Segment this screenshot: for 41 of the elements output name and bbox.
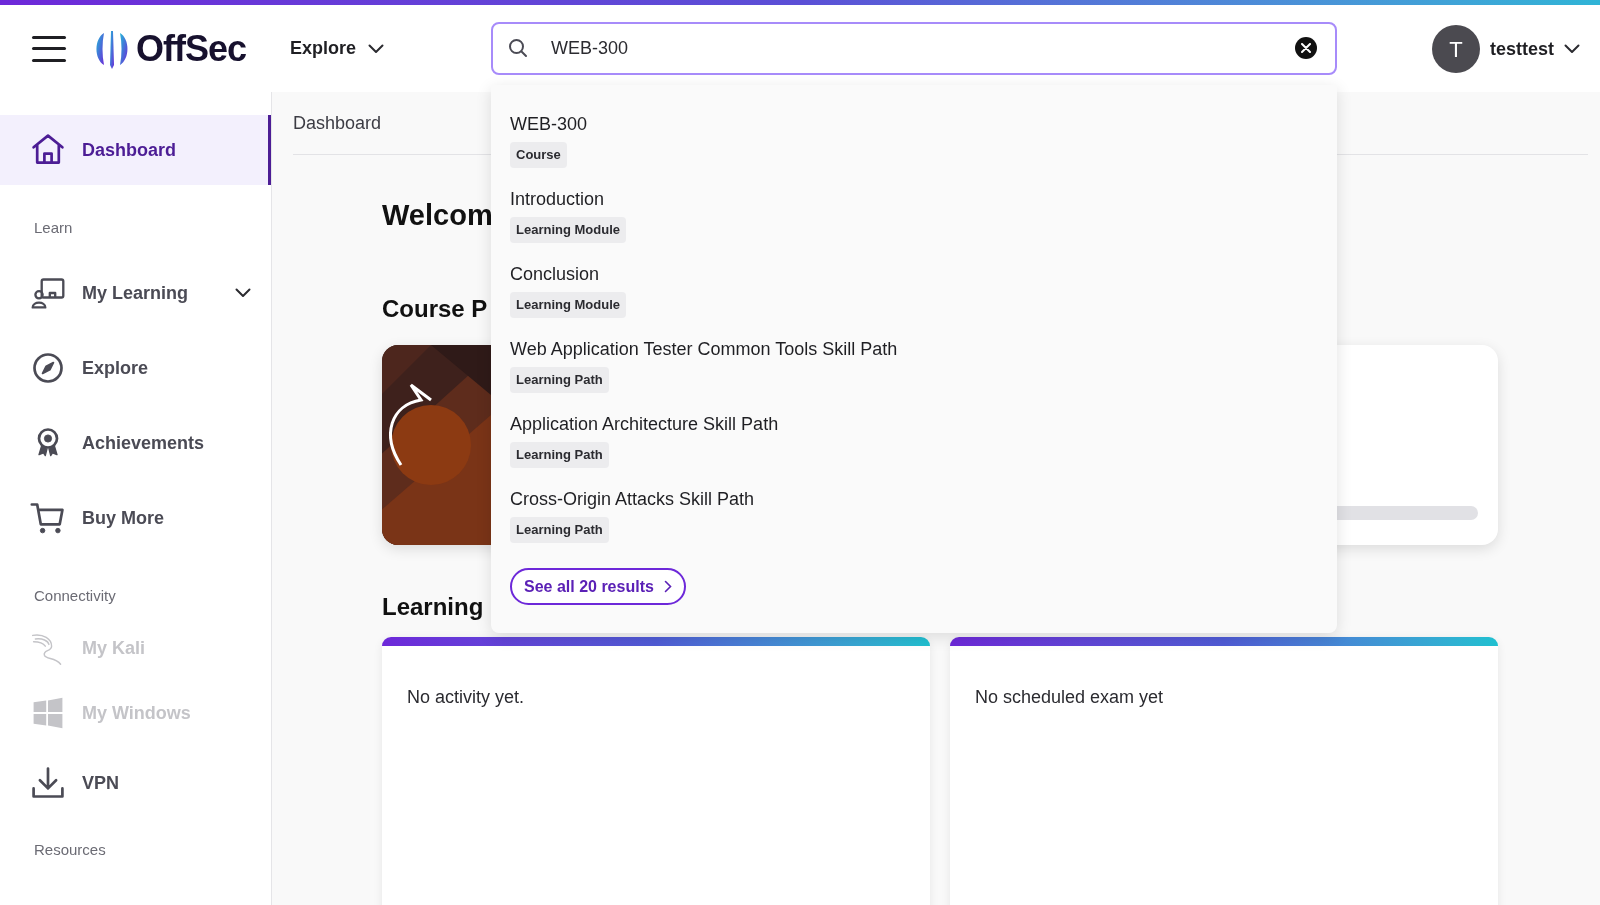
sidebar-item[interactable]: VPN (0, 748, 271, 818)
section-label: Learn (33, 217, 74, 238)
empty-message: No activity yet. (406, 686, 526, 709)
search-icon (508, 38, 528, 58)
result-title[interactable]: Web Application Tester Common Tools Skill Path (510, 337, 1337, 361)
result-title[interactable]: Cross-Origin Attacks Skill Path (510, 487, 1337, 511)
search-field[interactable]: WEB-300 (491, 22, 1337, 75)
type-tag: Learning Path (510, 442, 609, 468)
user-avatar[interactable]: T (1432, 25, 1480, 73)
cart-icon (30, 500, 66, 536)
sidebar-item[interactable]: Achievements (0, 408, 271, 478)
sidebar-item[interactable]: Buy More (0, 483, 271, 553)
logo-text: OffSec (136, 26, 247, 71)
chevron-icon (663, 580, 672, 593)
download-icon (30, 765, 66, 801)
type-tag: Course (510, 142, 567, 168)
explore-menu[interactable]: Explore (290, 35, 385, 62)
type-tag: Learning Module (510, 292, 626, 318)
menu-icon[interactable] (32, 34, 66, 63)
section-heading: Course P (382, 294, 488, 324)
result-title[interactable]: Conclusion (510, 262, 1337, 286)
type-tag: Learning Path (510, 367, 609, 393)
type-tag: Learning Path (510, 517, 609, 543)
sidebar-item[interactable]: Dashboard (0, 115, 271, 185)
section-label: Resources (33, 839, 107, 860)
result-title[interactable]: Introduction (510, 187, 1337, 211)
result-title[interactable]: WEB-300 (510, 112, 1337, 136)
section-heading: Learning (382, 592, 484, 622)
user-menu[interactable]: testtest (1490, 35, 1581, 63)
see-all-button[interactable]: See all 20 results (510, 568, 686, 605)
welcome-heading: Welcom (382, 198, 493, 233)
compass-icon (30, 350, 66, 386)
sidebar-item[interactable]: My Learning (0, 258, 271, 328)
result-title[interactable]: Application Architecture Skill Path (510, 412, 1337, 436)
breadcrumb: Dashboard (293, 111, 382, 135)
sidebar-item[interactable]: Explore (0, 333, 271, 403)
person-screen-icon (30, 275, 66, 311)
empty-message: No scheduled exam yet (974, 686, 1165, 709)
section-label: Connectivity (33, 585, 117, 606)
type-tag: Learning Module (510, 217, 626, 243)
chevron-icon (1564, 44, 1581, 54)
